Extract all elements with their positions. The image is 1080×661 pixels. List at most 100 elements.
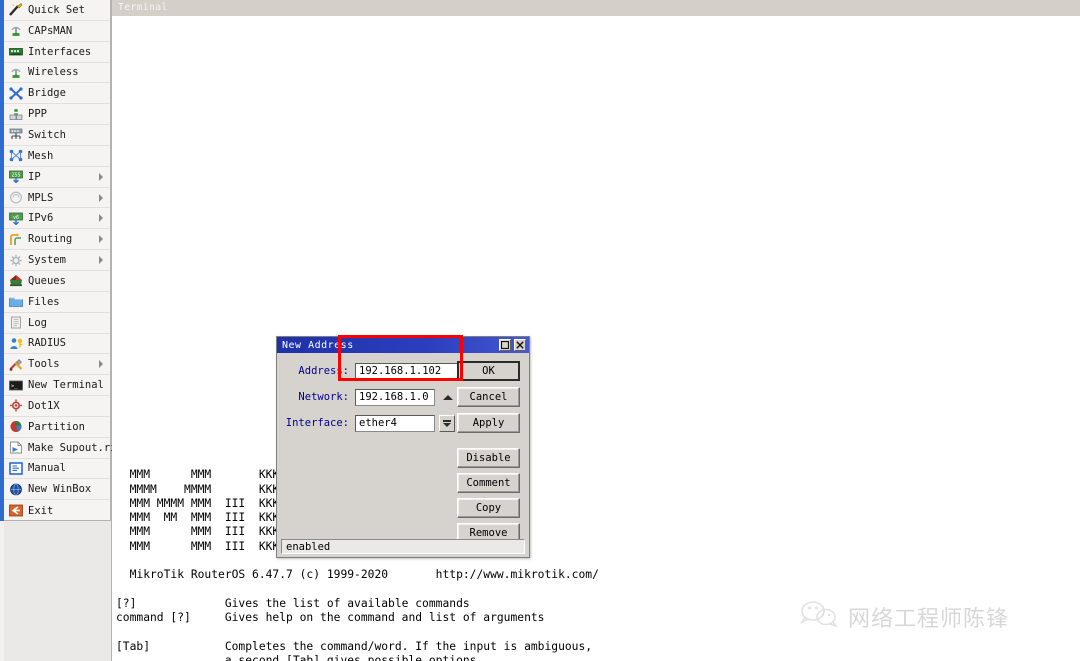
dialog-status-bar: enabled: [281, 539, 525, 554]
sidebar-item-new-winbox[interactable]: New WinBox: [4, 479, 110, 501]
queues-icon: [8, 274, 23, 288]
sidebar-item-label: Dot1X: [28, 399, 60, 412]
sidebar-item-queues[interactable]: Queues: [4, 271, 110, 292]
terminal-titlebar[interactable]: Terminal: [112, 0, 1080, 16]
sidebar-item-label: Partition: [28, 420, 85, 433]
sidebar-item-label: Make Supout.rif: [28, 441, 123, 454]
sidebar-item-label: Tools: [28, 358, 60, 371]
sidebar-item-bridge[interactable]: Bridge: [4, 83, 110, 105]
mesh-icon: [8, 149, 23, 163]
sidebar-item-manual[interactable]: Manual: [4, 459, 110, 480]
log-icon: [8, 316, 23, 330]
antenna-icon: [8, 65, 23, 79]
disable-button[interactable]: Disable: [457, 448, 520, 468]
sidebar-item-system[interactable]: System: [4, 250, 110, 271]
sidebar-item-label: IP: [28, 170, 41, 183]
winbox-icon: [8, 482, 23, 496]
sidebar-item-new-terminal[interactable]: >_ New Terminal: [4, 375, 110, 397]
sidebar-empty-area: [4, 521, 111, 661]
wechat-icon: [799, 600, 840, 634]
sidebar-item-dot1x[interactable]: Dot1X: [4, 396, 110, 417]
sidebar-item-label: Routing: [28, 233, 73, 246]
maximize-icon[interactable]: [499, 339, 511, 351]
manual-icon: [8, 461, 23, 475]
network-field-row: Network: 192.168.1.0: [277, 387, 455, 407]
terminal-icon: >_: [8, 378, 23, 392]
folder-icon: [8, 295, 23, 309]
sidebar-item-label: Quick Set: [28, 3, 85, 16]
sidebar-item-label: RADIUS: [28, 337, 66, 350]
terminal-window: Terminal MMM MMM KKK KKK MMMM MMMM KKK K…: [112, 0, 1080, 661]
sidebar-item-capsman[interactable]: CAPsMAN: [4, 21, 110, 42]
partition-icon: [8, 420, 23, 434]
sidebar-item-label: System: [28, 254, 66, 267]
chevron-right-icon[interactable]: [99, 214, 103, 223]
interface-input[interactable]: ether4: [355, 414, 435, 432]
chevron-right-icon[interactable]: [99, 235, 103, 244]
antenna-icon: [8, 24, 23, 38]
wand-icon: [8, 3, 23, 17]
address-field-label: Address:: [298, 365, 349, 377]
sidebar-item-label: New Terminal: [28, 379, 104, 392]
sidebar-item-wireless[interactable]: Wireless: [4, 63, 110, 84]
sidebar-item-tools[interactable]: Tools: [4, 354, 110, 376]
cancel-button[interactable]: Cancel: [457, 387, 520, 407]
sidebar-item-label: Files: [28, 295, 60, 308]
sidebar-item-label: CAPsMAN: [28, 24, 73, 37]
sidebar-item-interfaces[interactable]: Interfaces: [4, 42, 110, 63]
close-icon[interactable]: [514, 339, 526, 351]
ok-button[interactable]: OK: [457, 361, 520, 381]
tools-icon: [8, 357, 23, 371]
chevron-right-icon[interactable]: [99, 172, 103, 181]
dialog-titlebar[interactable]: New Address: [277, 337, 529, 353]
network-field-label: Network:: [298, 391, 349, 403]
sidebar-item-ip[interactable]: 255 IP: [4, 167, 110, 188]
mpls-icon: [8, 191, 23, 205]
sidebar-item-label: Log: [28, 316, 47, 329]
network-input[interactable]: 192.168.1.0: [355, 388, 435, 406]
chevron-right-icon[interactable]: [99, 256, 103, 265]
sidebar-item-make-supout-rif[interactable]: Make Supout.rif: [4, 438, 123, 459]
interface-field-label: Interface:: [285, 417, 349, 429]
sidebar-item-label: Bridge: [28, 87, 66, 100]
dialog-window-controls: [499, 339, 526, 351]
terminal-title-label: Terminal: [118, 2, 168, 13]
sidebar-item-mesh[interactable]: Mesh: [4, 146, 110, 167]
sidebar: Quick Set CAPsMAN Interfaces Wireless Bridge…: [0, 0, 123, 661]
new-address-dialog: New Address Address: 192.168.1.102 Netwo…: [276, 336, 530, 558]
chevron-right-icon[interactable]: [99, 193, 103, 202]
terminal-body[interactable]: MMM MMM KKK KKK MMMM MMMM KKK KKK MMM MM…: [112, 16, 1080, 661]
switch-icon: [8, 128, 23, 142]
sidebar-item-radius[interactable]: RADIUS: [4, 334, 110, 355]
sidebar-item-ppp[interactable]: PPP: [4, 104, 110, 126]
chevron-up-icon[interactable]: [440, 389, 455, 406]
gear-icon: [8, 253, 23, 267]
sidebar-menu-list[interactable]: Quick Set CAPsMAN Interfaces Wireless Bridge…: [4, 0, 123, 521]
sidebar-item-label: PPP: [28, 108, 47, 121]
sidebar-item-routing[interactable]: Routing: [4, 229, 110, 251]
sidebar-item-label: Exit: [28, 504, 54, 517]
radius-icon: [8, 336, 23, 350]
interface-field-row: Interface: ether4: [277, 413, 455, 433]
sidebar-item-mpls[interactable]: MPLS: [4, 188, 110, 209]
sidebar-item-files[interactable]: Files: [4, 292, 110, 313]
dot1x-icon: [8, 399, 23, 413]
sidebar-item-quick-set[interactable]: Quick Set: [4, 0, 110, 21]
address-input[interactable]: 192.168.1.102: [355, 362, 468, 380]
sidebar-item-partition[interactable]: Partition: [4, 417, 110, 438]
comment-button[interactable]: Comment: [457, 473, 520, 493]
sidebar-item-switch[interactable]: Switch: [4, 125, 110, 146]
chevron-right-icon[interactable]: [99, 360, 103, 369]
sidebar-item-label: Interfaces: [28, 45, 92, 58]
sidebar-item-log[interactable]: Log: [4, 313, 110, 334]
sidebar-item-label: Manual: [28, 462, 66, 475]
sidebar-item-exit[interactable]: Exit: [4, 500, 110, 521]
copy-button[interactable]: Copy: [457, 498, 520, 518]
svg-text:255: 255: [11, 173, 20, 179]
winbox-screen: Quick Set CAPsMAN Interfaces Wireless Bridge…: [0, 0, 1080, 661]
exit-icon: [8, 504, 23, 518]
chevron-down-icon[interactable]: [439, 414, 455, 432]
apply-button[interactable]: Apply: [457, 413, 520, 433]
ip-icon: 255: [8, 170, 23, 184]
sidebar-item-ipv6[interactable]: v6 IPv6: [4, 208, 110, 230]
